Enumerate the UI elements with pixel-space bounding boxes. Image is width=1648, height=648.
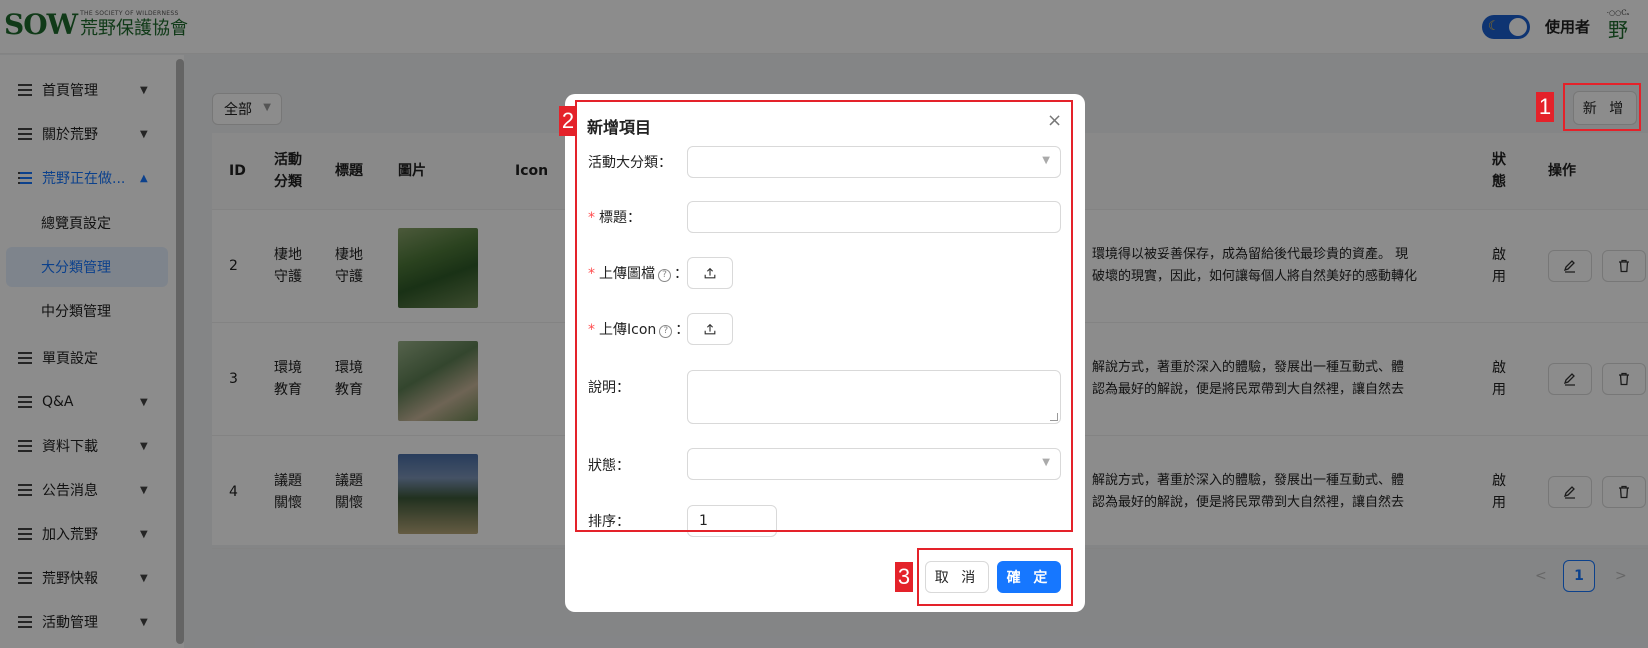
annotation-number: 3 [895, 562, 913, 592]
annotation-box [1563, 83, 1641, 131]
annotation-number: 2 [559, 106, 577, 136]
annotation-box [917, 548, 1073, 606]
annotation-number: 1 [1536, 92, 1554, 122]
add-item-dialog: 新增項目 × 活動大分類： ▼ * 標題： * 上傳圖檔?： * 上傳Icon?： 說… [559, 94, 1085, 612]
annotation-box [575, 100, 1073, 532]
